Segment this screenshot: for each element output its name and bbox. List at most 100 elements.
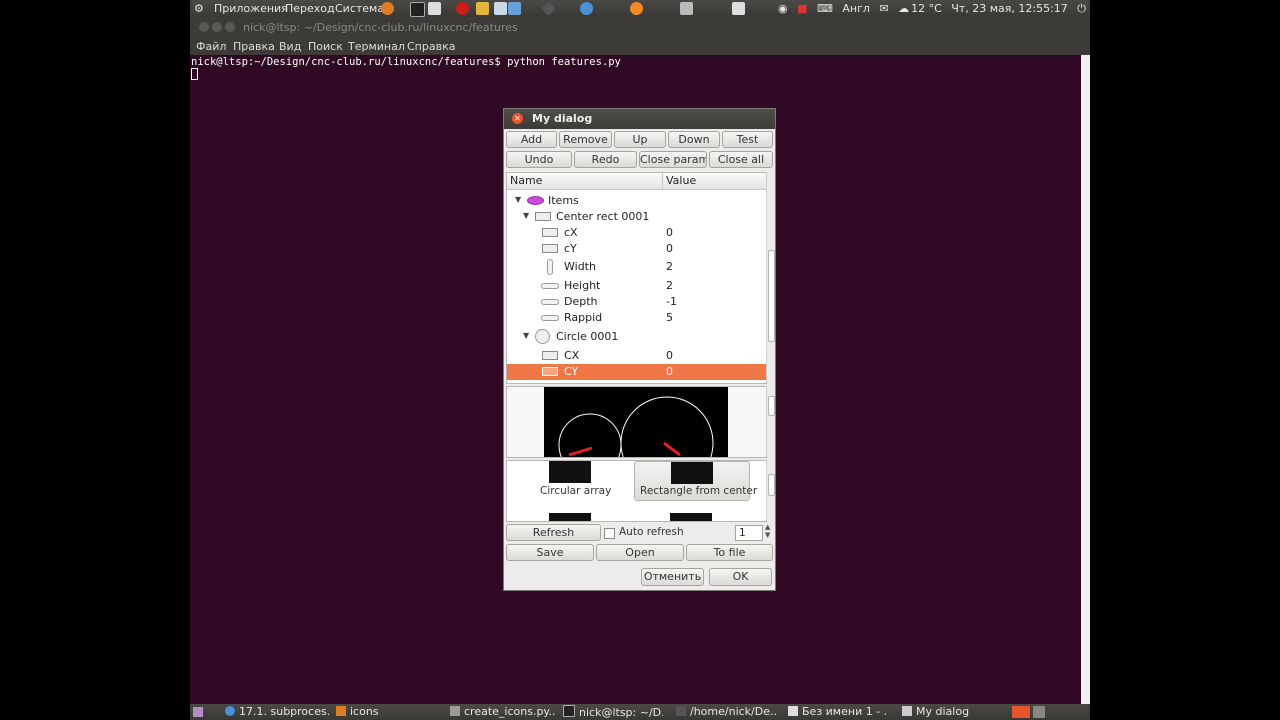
column-value-header[interactable]: Value [666,174,696,187]
open-button[interactable]: Open [596,544,684,561]
weather-temperature[interactable]: 12 °C [911,2,942,15]
task-icons[interactable]: icons [336,705,436,718]
tree-row[interactable]: CX 0 [507,348,766,364]
tree-row[interactable]: Width 2 [507,259,766,275]
column-name-header[interactable]: Name [510,174,542,187]
task-create-icons[interactable]: create_icons.py... [450,705,555,718]
rect-icon [535,212,551,221]
envelope-icon[interactable]: ✉ [879,2,888,15]
tree-row-center-rect[interactable]: ▼ Center rect 0001 [507,209,766,225]
terminal-titlebar: nick@ltsp: ~/Design/cnc-club.ru/linuxcnc… [190,17,1090,38]
task-my-dialog[interactable]: My dialog [902,705,1002,718]
save-button[interactable]: Save [506,544,594,561]
close-icon[interactable] [199,22,209,32]
tree-scrollbar[interactable] [766,172,775,382]
tree-row[interactable]: Rappid 5 [507,310,766,326]
inkscape-icon[interactable] [541,1,556,16]
feature-gallery[interactable]: Circular array Rectangle from center [506,460,767,522]
auto-refresh-checkbox[interactable] [604,528,615,539]
firefox-icon[interactable] [381,2,394,15]
rectangle-from-center-thumbnail [671,462,713,484]
tree-row-circle[interactable]: ▼ Circle 0001 [507,329,766,345]
chrome-icon[interactable] [580,2,593,15]
cancel-button[interactable]: Отменить [641,568,704,586]
add-button[interactable]: Add [506,131,557,148]
menu-edit[interactable]: Правка [233,40,275,53]
text-editor-icon[interactable] [428,2,441,15]
menu-terminal[interactable]: Терминал [348,40,405,53]
tree-row[interactable]: cY 0 [507,241,766,257]
menu-file[interactable]: Файл [196,40,226,53]
rect-icon [542,351,558,360]
trash-icon[interactable] [1033,706,1045,718]
gimp-icon[interactable] [476,2,489,15]
rect-icon [542,367,558,376]
terminal-scrollbar[interactable] [1081,55,1090,704]
preview-scrollbar[interactable] [766,386,775,456]
tree-row-items[interactable]: ▼ Items [507,193,766,209]
refresh-interval-spinner[interactable]: 1 [735,525,763,541]
scroll-thumb[interactable] [768,250,775,342]
remove-button[interactable]: Remove [559,131,612,148]
vertical-arrow-icon [547,259,553,275]
tree-row[interactable]: Depth -1 [507,294,766,310]
test-button[interactable]: Test [722,131,773,148]
office-icon[interactable] [494,2,507,15]
menu-help[interactable]: Справка [407,40,455,53]
preview-canvas[interactable] [544,387,728,457]
ok-button[interactable]: OK [709,568,772,586]
maximize-icon[interactable] [225,22,235,32]
gallery-scrollbar[interactable] [766,460,775,520]
feature-tree[interactable]: Name Value ▼ Items ▼ Center rect 0001 cX… [506,172,767,384]
app-icon[interactable] [680,2,693,15]
power-icon[interactable]: ⏻ [1077,2,1086,15]
ubuntu-logo-icon[interactable]: ⚙ [194,2,204,15]
menu-view[interactable]: Вид [279,40,301,53]
tree-row[interactable]: cX 0 [507,225,766,241]
redo-button[interactable]: Redo [574,151,637,168]
to-file-button[interactable]: To file [686,544,773,561]
blender-icon[interactable] [630,2,643,15]
clock[interactable]: Чт, 23 мая, 12:55:17 [951,2,1068,15]
expander-icon[interactable]: ▼ [523,211,529,220]
mail-icon[interactable] [732,2,745,15]
record-icon[interactable]: ■ [797,2,807,15]
gallery-item-rectangle-from-center[interactable]: Rectangle from center [634,461,757,501]
task-subprocess[interactable]: 17.1. subproces... [225,705,330,718]
refresh-button[interactable]: Refresh [506,524,601,541]
gallery-thumbnail[interactable] [670,513,712,521]
close-icon[interactable]: ✕ [512,113,523,124]
gallery-thumbnail[interactable] [549,513,591,521]
terminal-icon[interactable] [410,2,425,17]
tree-row[interactable]: Height 2 [507,278,766,294]
menu-system[interactable]: Система [335,2,384,15]
scroll-thumb[interactable] [768,396,775,416]
task-terminal[interactable]: nick@ltsp: ~/D... [563,705,663,719]
menu-places[interactable]: Переход [285,2,335,15]
keyboard-layout[interactable]: Англ [842,2,870,15]
network-icon[interactable]: ◉ [778,2,788,15]
gallery-item-circular-array[interactable]: Circular array [507,461,630,501]
up-button[interactable]: Up [614,131,666,148]
minimize-icon[interactable] [212,22,222,32]
spinner-arrows-icon[interactable]: ▲ ▼ [765,523,770,539]
scroll-thumb[interactable] [768,474,775,496]
auto-refresh-label[interactable]: Auto refresh [619,526,684,538]
task-home-nick[interactable]: /home/nick/De... [676,705,776,718]
expander-icon[interactable]: ▼ [523,331,529,340]
close-all-button[interactable]: Close all [709,151,773,168]
menu-applications[interactable]: Приложения [214,2,288,15]
opera-icon[interactable] [456,2,469,15]
show-desktop-icon[interactable] [193,707,203,717]
tree-row-selected[interactable]: CY 0 [507,364,766,380]
workspace-switcher-icon[interactable] [1012,706,1030,718]
task-untitled[interactable]: Без имени 1 - ... [788,705,888,718]
circle-icon [535,329,550,344]
undo-button[interactable]: Undo [506,151,572,168]
horizontal-arrow-icon [541,299,559,305]
menu-search[interactable]: Поиск [308,40,343,53]
document-icon[interactable] [508,2,521,15]
close-param-button[interactable]: Close param [639,151,707,168]
expander-icon[interactable]: ▼ [515,195,521,204]
down-button[interactable]: Down [668,131,720,148]
